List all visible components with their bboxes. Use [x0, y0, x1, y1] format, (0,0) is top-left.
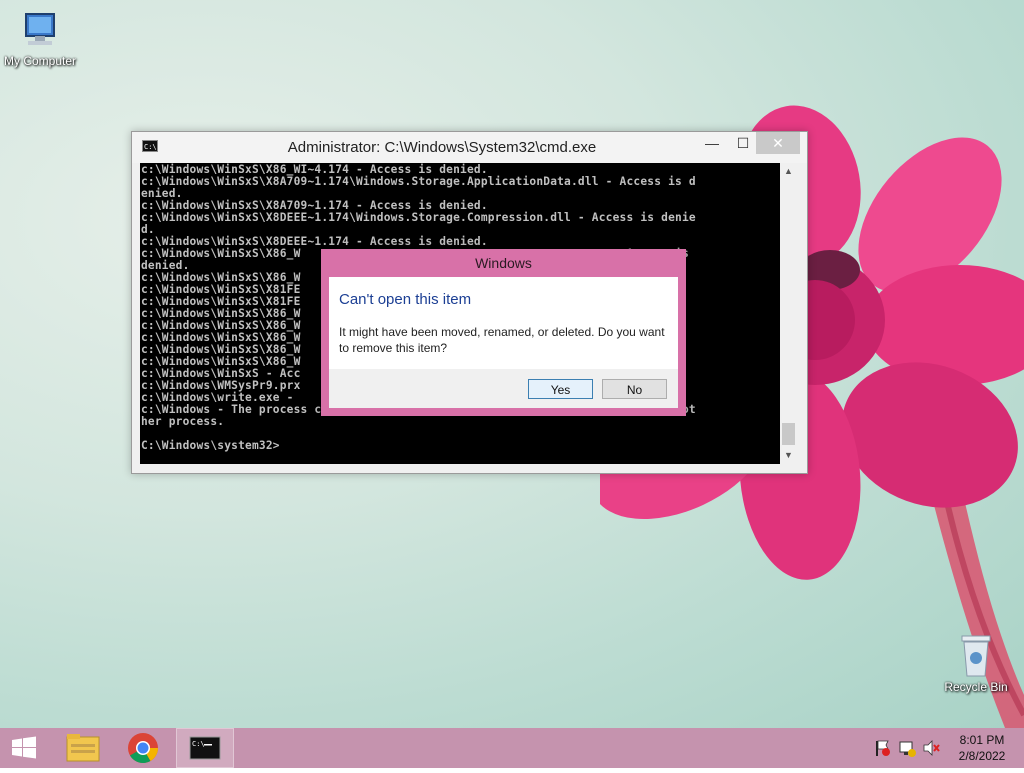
- recycle-bin-label: Recycle Bin: [944, 680, 1008, 694]
- taskbar: C:\ 8:01 PM 2/8/2022: [0, 728, 1024, 768]
- my-computer-shortcut[interactable]: My Computer: [0, 12, 80, 68]
- dialog-heading: Can't open this item: [339, 291, 472, 308]
- vertical-scrollbar[interactable]: ▲ ▼: [780, 163, 797, 464]
- recycle-bin-icon: [961, 635, 991, 677]
- volume-tray[interactable]: [921, 728, 941, 768]
- dialog-title: Windows: [475, 255, 532, 271]
- volume-muted-icon: [923, 740, 940, 756]
- minimize-button[interactable]: —: [697, 132, 727, 154]
- computer-icon: [25, 13, 55, 45]
- clock-date: 2/8/2022: [958, 749, 1006, 763]
- cmd-titlebar[interactable]: C:\ Administrator: C:\Windows\System32\c…: [132, 132, 807, 163]
- clock-time: 8:01 PM: [959, 733, 1005, 747]
- chrome-icon: [128, 733, 158, 764]
- dialog-message: It might have been moved, renamed, or de…: [339, 325, 665, 355]
- scroll-down-icon[interactable]: ▼: [780, 447, 797, 464]
- taskbar-cmd[interactable]: C:\: [176, 728, 234, 768]
- start-button[interactable]: [0, 728, 48, 768]
- scroll-thumb[interactable]: [782, 423, 795, 445]
- dialog-body: Can't open this item It might have been …: [329, 277, 678, 408]
- flag-icon: [876, 740, 890, 756]
- command-prompt-icon: C:\: [189, 736, 221, 760]
- taskbar-file-explorer[interactable]: [56, 728, 110, 768]
- network-tray[interactable]: [897, 728, 917, 768]
- windows-logo-icon: [12, 736, 36, 759]
- yes-button[interactable]: Yes: [528, 379, 593, 399]
- taskbar-chrome[interactable]: [116, 728, 170, 768]
- recycle-bin-shortcut[interactable]: Recycle Bin: [936, 632, 1016, 694]
- cmd-window-title: Administrator: C:\Windows\System32\cmd.e…: [287, 139, 597, 156]
- close-button[interactable]: ✕: [756, 132, 800, 154]
- maximize-button[interactable]: ☐: [728, 132, 758, 154]
- dialog-content: Can't open this item It might have been …: [329, 277, 678, 369]
- my-computer-label: My Computer: [3, 54, 77, 68]
- no-button[interactable]: No: [602, 379, 667, 399]
- scroll-up-icon[interactable]: ▲: [780, 163, 797, 180]
- svg-text:C:\: C:\: [192, 740, 205, 748]
- action-center-tray[interactable]: [872, 728, 892, 768]
- network-icon: [899, 741, 916, 757]
- folder-icon: [66, 734, 100, 762]
- cant-open-dialog[interactable]: Windows Can't open this item It might ha…: [321, 249, 686, 416]
- clock[interactable]: 8:01 PM 2/8/2022: [944, 732, 1020, 764]
